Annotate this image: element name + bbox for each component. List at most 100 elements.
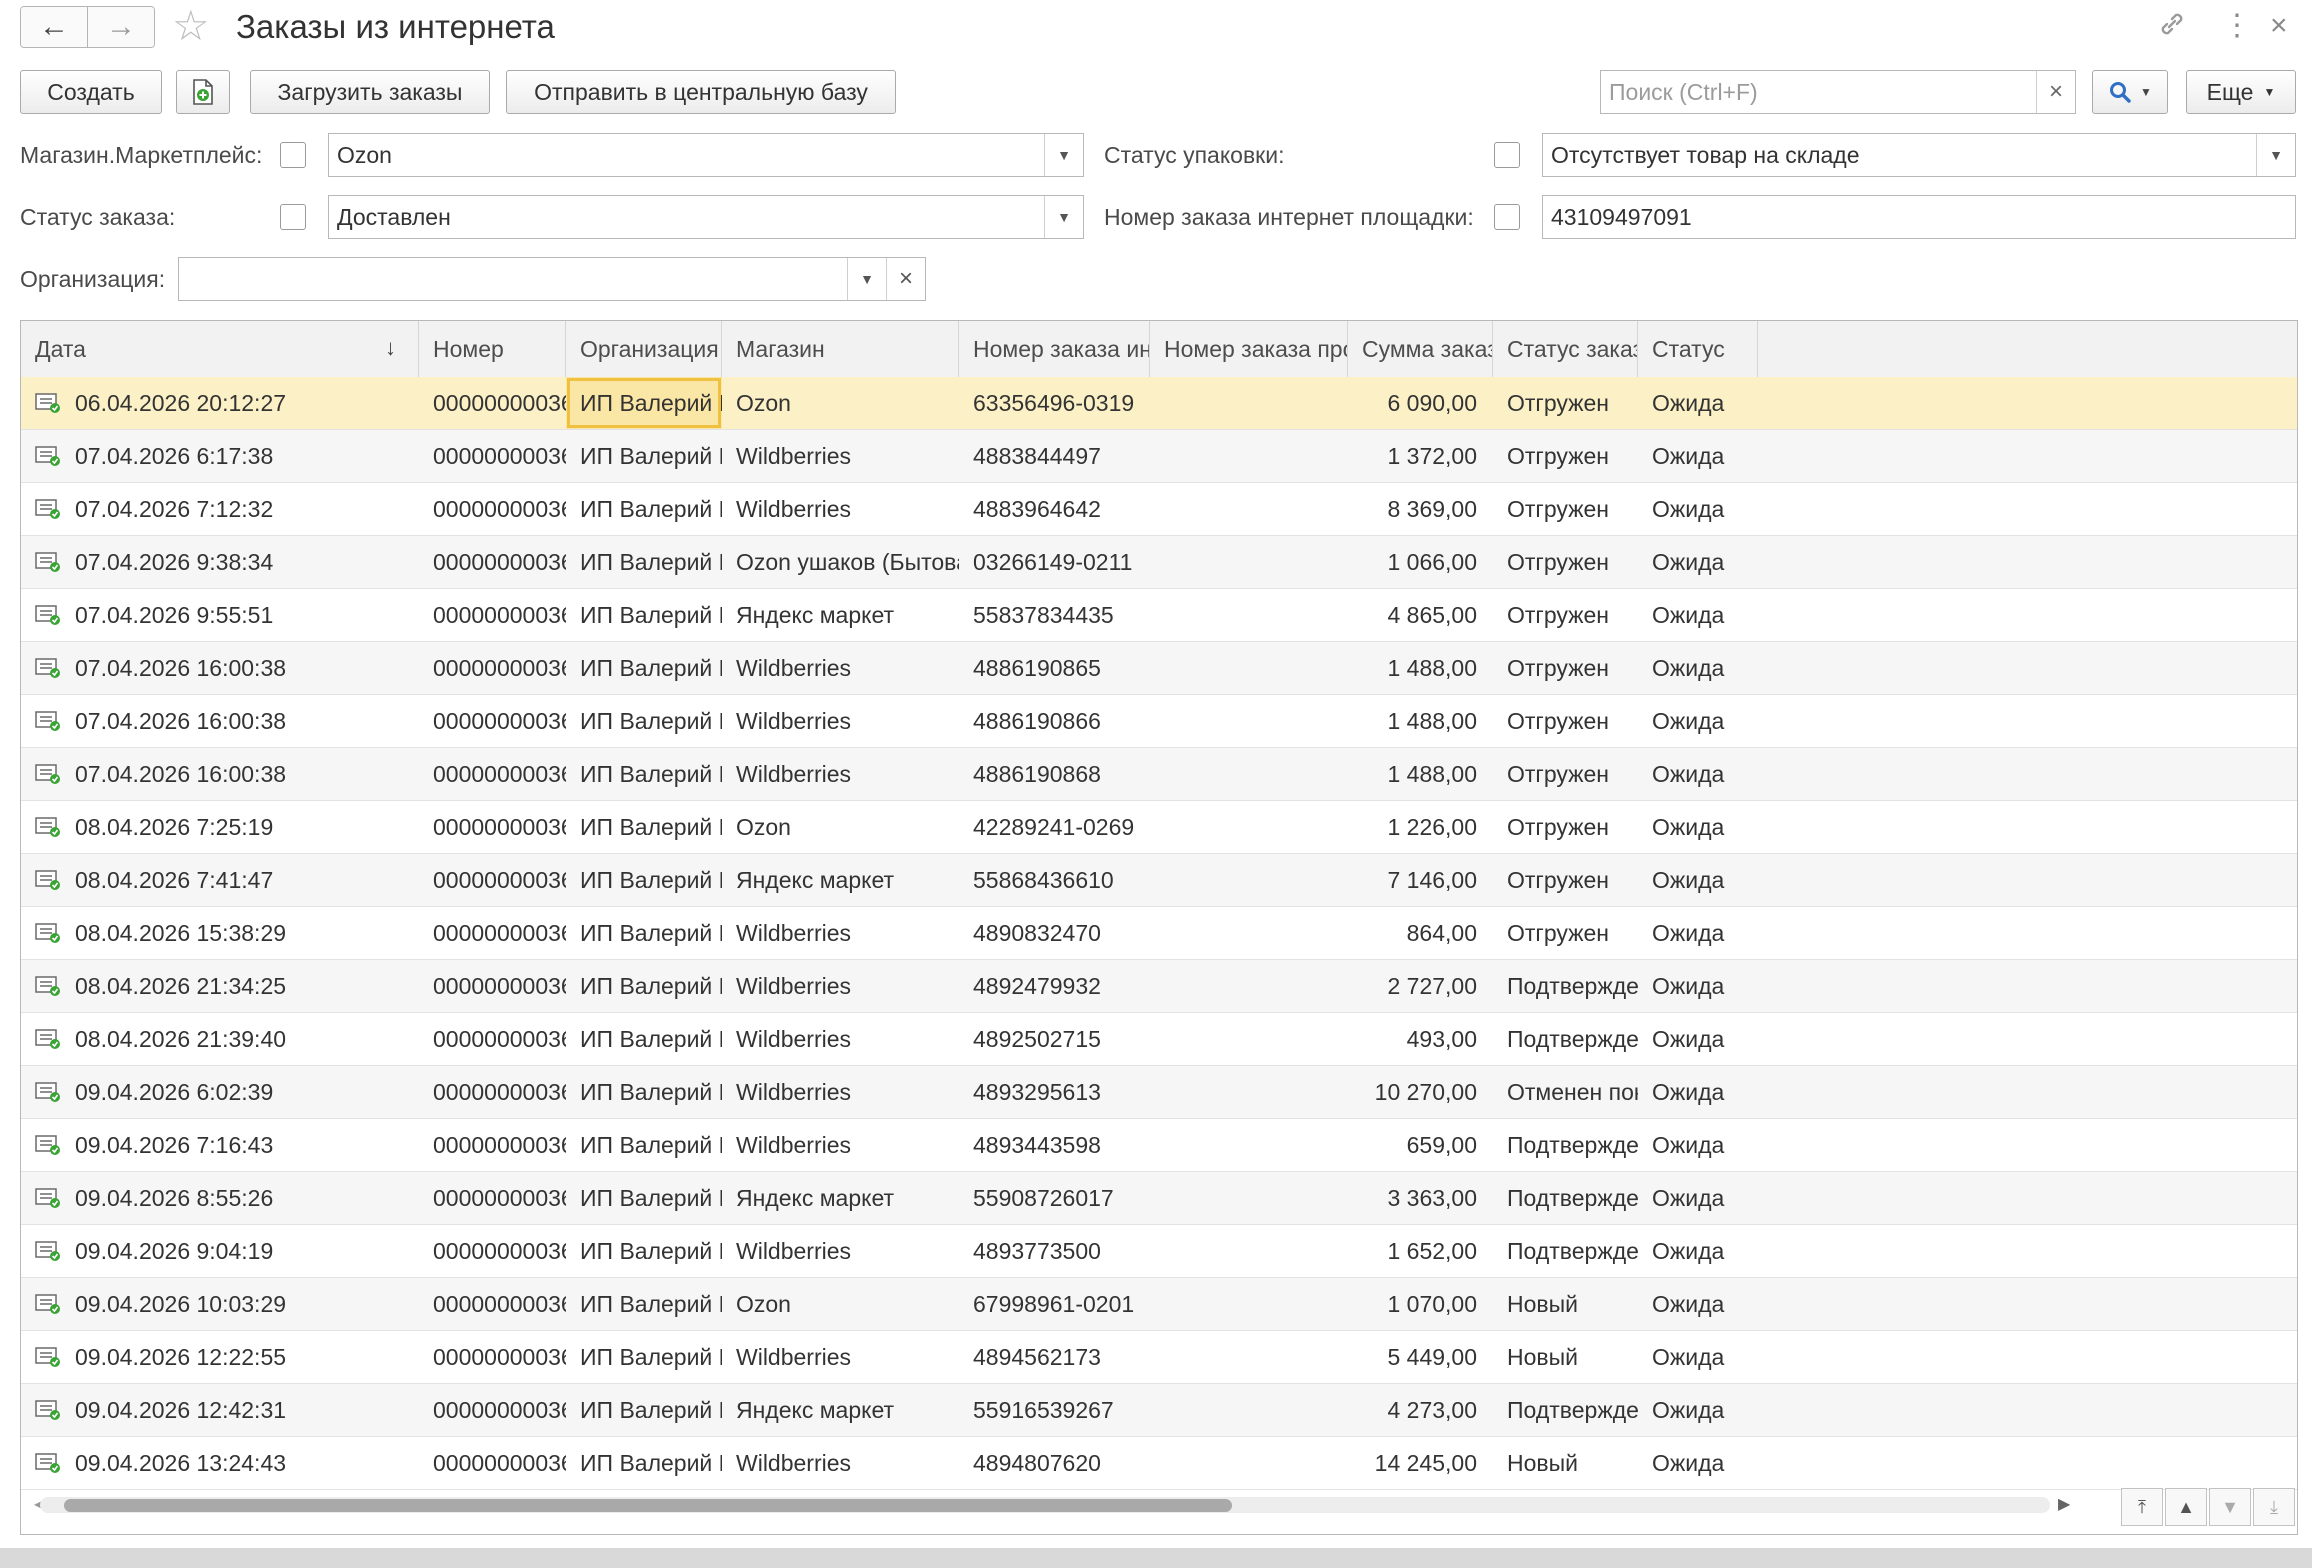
marketplace-select[interactable]: Ozon ▼ (328, 133, 1084, 177)
cell-number[interactable]: 00000000036106 (419, 1331, 566, 1383)
cell-order-sum[interactable]: 6 090,00 (1348, 377, 1493, 429)
column-header-platform-order-number[interactable]: Номер заказа интер... (959, 321, 1150, 377)
cell-order-sum[interactable]: 1 488,00 (1348, 695, 1493, 747)
cell-order-status[interactable]: Отгружен (1493, 430, 1638, 482)
chevron-down-icon[interactable]: ▼ (847, 258, 886, 300)
cell-order-status[interactable]: Подтвержден (1493, 1225, 1638, 1277)
cell-shop[interactable]: Wildberries (722, 695, 959, 747)
cell-order-status[interactable]: Отгружен (1493, 483, 1638, 535)
table-row[interactable]: 07.04.2026 9:55:51 00000000036084 ИП Валер… (21, 589, 2297, 642)
cell-date[interactable]: 07.04.2026 9:55:51 (21, 589, 419, 641)
cell-date[interactable]: 09.04.2026 12:22:55 (21, 1331, 419, 1383)
cell-platform-order-number[interactable]: 03266149-0211 (959, 536, 1150, 588)
cell-order-status[interactable]: Подтвержден (1493, 1013, 1638, 1065)
table-row[interactable]: 08.04.2026 21:34:25 00000000036099 ИП Вале… (21, 960, 2297, 1013)
cell-status[interactable]: Ожида (1638, 1119, 1758, 1171)
cell-shop[interactable]: Wildberries (722, 1119, 959, 1171)
clear-icon[interactable]: × (886, 258, 925, 300)
cell-status[interactable]: Ожида (1638, 1278, 1758, 1330)
cell-shop[interactable]: Wildberries (722, 1331, 959, 1383)
cell-order-sum[interactable]: 1 652,00 (1348, 1225, 1493, 1277)
table-row[interactable]: 09.04.2026 8:55:26 00000000036104 ИП Валер… (21, 1172, 2297, 1225)
cell-shop[interactable]: Wildberries (722, 907, 959, 959)
cell-order-status[interactable]: Отгружен (1493, 801, 1638, 853)
column-header-shop[interactable]: Магазин (722, 321, 959, 377)
cell-status[interactable]: Ожида (1638, 1066, 1758, 1118)
cell-organization[interactable]: ИП Валерий Ге... (566, 960, 722, 1012)
cell-organization[interactable]: ИП Валерий Ге... (566, 1013, 722, 1065)
cell-platform-order-number[interactable]: 4894562173 (959, 1331, 1150, 1383)
cell-number[interactable]: 00000000036103 (419, 1225, 566, 1277)
table-row[interactable]: 09.04.2026 6:02:39 00000000036101 ИП Валер… (21, 1066, 2297, 1119)
cell-order-sum[interactable]: 1 066,00 (1348, 536, 1493, 588)
cell-order-sum[interactable]: 659,00 (1348, 1119, 1493, 1171)
cell-seller-order-number[interactable] (1150, 960, 1348, 1012)
cell-number[interactable]: 00000000036098 (419, 907, 566, 959)
cell-order-status[interactable]: Подтвержден (1493, 1384, 1638, 1436)
cell-date[interactable]: 08.04.2026 21:34:25 (21, 960, 419, 1012)
cell-date[interactable]: 08.04.2026 21:39:40 (21, 1013, 419, 1065)
chevron-down-icon[interactable]: ▼ (2256, 134, 2295, 176)
order-status-select[interactable]: Доставлен ▼ (328, 195, 1084, 239)
column-header-seller-order-number[interactable]: Номер заказа продавца (1150, 321, 1348, 377)
cell-platform-order-number[interactable]: 67998961-0201 (959, 1278, 1150, 1330)
chevron-down-icon[interactable]: ▼ (1044, 196, 1083, 238)
cell-order-status[interactable]: Отменен поку... (1493, 1066, 1638, 1118)
cell-organization[interactable]: ИП Валерий Ге... (566, 536, 722, 588)
cell-order-status[interactable]: Отгружен (1493, 907, 1638, 959)
cell-number[interactable]: 00000000036084 (419, 589, 566, 641)
cell-organization[interactable]: ИП Валерий Ге... (566, 1119, 722, 1171)
cell-organization[interactable]: ИП Валерий Ге... (566, 695, 722, 747)
create-document-button[interactable] (176, 70, 230, 114)
cell-order-sum[interactable]: 493,00 (1348, 1013, 1493, 1065)
cell-platform-order-number[interactable]: 63356496-0319 (959, 377, 1150, 429)
cell-seller-order-number[interactable] (1150, 907, 1348, 959)
cell-organization[interactable]: ИП Валерий Ге... (566, 377, 722, 429)
cell-platform-order-number[interactable]: 4883964642 (959, 483, 1150, 535)
search-input[interactable]: Поиск (Ctrl+F) (1601, 79, 2036, 106)
link-icon[interactable] (2156, 8, 2188, 49)
cell-shop[interactable]: Wildberries (722, 642, 959, 694)
load-orders-button[interactable]: Загрузить заказы (250, 70, 490, 114)
table-row[interactable]: 06.04.2026 20:12:27 00000000036092 ИП Вале… (21, 377, 2297, 430)
cell-platform-order-number[interactable]: 4892479932 (959, 960, 1150, 1012)
cell-number[interactable]: 00000000036093 (419, 801, 566, 853)
cell-date[interactable]: 07.04.2026 9:38:34 (21, 536, 419, 588)
cell-number[interactable]: 00000000036079 (419, 483, 566, 535)
cell-order-sum[interactable]: 4 865,00 (1348, 589, 1493, 641)
cell-status[interactable]: Ожида (1638, 483, 1758, 535)
cell-order-status[interactable]: Отгружен (1493, 854, 1638, 906)
cell-shop[interactable]: Ozon (722, 801, 959, 853)
cell-number[interactable]: 00000000036108 (419, 1384, 566, 1436)
cell-organization[interactable]: ИП Валерий Ге... (566, 483, 722, 535)
scroll-to-top-icon[interactable]: ⤒ (2121, 1488, 2163, 1526)
cell-order-sum[interactable]: 8 369,00 (1348, 483, 1493, 535)
horizontal-scroll-thumb[interactable] (64, 1499, 1232, 1512)
cell-order-status[interactable]: Новый (1493, 1437, 1638, 1489)
cell-number[interactable]: 00000000036105 (419, 1278, 566, 1330)
cell-status[interactable]: Ожида (1638, 801, 1758, 853)
cell-status[interactable]: Ожида (1638, 854, 1758, 906)
cell-seller-order-number[interactable] (1150, 483, 1348, 535)
cell-number[interactable]: 00000000036081 (419, 695, 566, 747)
cell-organization[interactable]: ИП Валерий Ге... (566, 1331, 722, 1383)
cell-shop[interactable]: Wildberries (722, 748, 959, 800)
cell-status[interactable]: Ожида (1638, 377, 1758, 429)
cell-organization[interactable]: ИП Валерий Ге... (566, 801, 722, 853)
cell-seller-order-number[interactable] (1150, 1437, 1348, 1489)
cell-order-sum[interactable]: 1 488,00 (1348, 748, 1493, 800)
cell-platform-order-number[interactable]: 4893295613 (959, 1066, 1150, 1118)
cell-organization[interactable]: ИП Валерий Ге... (566, 748, 722, 800)
cell-status[interactable]: Ожида (1638, 695, 1758, 747)
cell-number[interactable]: 00000000036097 (419, 536, 566, 588)
cell-order-sum[interactable]: 7 146,00 (1348, 854, 1493, 906)
table-row[interactable]: 09.04.2026 10:03:29 00000000036105 ИП Вале… (21, 1278, 2297, 1331)
cell-number[interactable]: 00000000036083 (419, 854, 566, 906)
cell-order-sum[interactable]: 14 245,00 (1348, 1437, 1493, 1489)
table-row[interactable]: 09.04.2026 9:04:19 00000000036103 ИП Валер… (21, 1225, 2297, 1278)
cell-platform-order-number[interactable]: 55868436610 (959, 854, 1150, 906)
cell-status[interactable]: Ожида (1638, 1013, 1758, 1065)
cell-status[interactable]: Ожида (1638, 589, 1758, 641)
cell-platform-order-number[interactable]: 55908726017 (959, 1172, 1150, 1224)
cell-shop[interactable]: Wildberries (722, 960, 959, 1012)
